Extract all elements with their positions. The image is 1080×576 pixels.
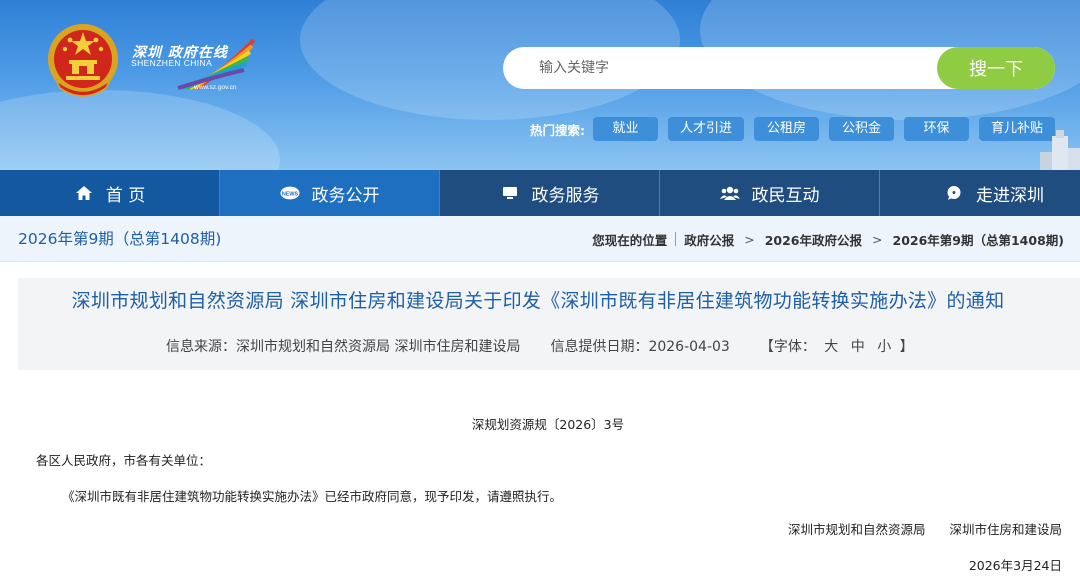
- logo-url-text: www.sz.gov.cn: [194, 84, 237, 91]
- national-emblem-icon: [48, 24, 118, 97]
- nav-item-about-shenzhen[interactable]: 走进深圳: [880, 170, 1080, 216]
- hot-tag-environment[interactable]: 环保: [904, 117, 970, 141]
- location-label: 您现在的位置: [592, 232, 668, 248]
- site-header: 深圳 政府在线 SHENZHEN CHINA www.sz.gov.cn 搜一下…: [0, 0, 1080, 170]
- breadcrumb-separator: >: [872, 231, 883, 247]
- font-medium-link[interactable]: 中: [851, 339, 865, 355]
- nav-item-government-affairs[interactable]: NEWS 政务公开: [220, 170, 440, 216]
- hot-search-label: 热门搜索:: [530, 122, 585, 138]
- signer-housing-bureau: 深圳市住房和建设局: [949, 522, 1062, 537]
- search-input[interactable]: [539, 47, 929, 89]
- article-date-provided: 信息提供日期：2026-04-03: [550, 339, 730, 355]
- breadcrumb-separator: >: [744, 231, 755, 247]
- nav-label-about-shenzhen: 走进深圳: [976, 185, 1044, 206]
- search-box: 搜一下: [503, 47, 1055, 89]
- main-nav: 首 页 NEWS 政务公开 政务服务 政民互动 走进深圳: [0, 170, 1080, 216]
- hot-tag-talent[interactable]: 人才引进: [668, 117, 745, 141]
- nav-label-public-interaction: 政民互动: [751, 185, 820, 206]
- hot-tag-jobs[interactable]: 就业: [593, 117, 658, 141]
- article-meta: 信息来源：深圳市规划和自然资源局 深圳市住房和建设局 信息提供日期：2026-0…: [166, 336, 914, 356]
- cloud-decoration: [0, 90, 280, 170]
- font-small-link[interactable]: 小: [877, 339, 891, 355]
- issue-bar: 2026年第9期（总第1408期) 您现在的位置 政府公报 > 2026年政府公…: [0, 216, 1080, 262]
- home-icon: [74, 183, 94, 203]
- article-header: 深圳市规划和自然资源局 深圳市住房和建设局关于印发《深圳市既有非居住建筑物功能转…: [18, 278, 1080, 370]
- search-button[interactable]: 搜一下: [937, 47, 1055, 89]
- skyline-icon: [1040, 130, 1080, 170]
- nav-label-home: 首 页: [105, 185, 146, 206]
- font-label-close: 】: [899, 339, 914, 355]
- signers: 深圳市规划和自然资源局 深圳市住房和建设局: [788, 519, 1062, 538]
- news-icon: NEWS: [279, 183, 300, 203]
- breadcrumb-year[interactable]: 2026年政府公报: [765, 230, 862, 249]
- breadcrumb: 您现在的位置 政府公报 > 2026年政府公报 > 2026年第9期（总第140…: [592, 216, 1064, 262]
- hot-tag-public-housing[interactable]: 公租房: [754, 117, 820, 141]
- body-paragraph: 《深圳市既有非居住建筑物功能转换实施办法》已经市政府同意，现予印发，请遵照执行。: [62, 489, 563, 504]
- hot-search-list: 热门搜索: 就业 人才引进 公租房 公积金 环保 育儿补贴: [530, 117, 1065, 141]
- document-date: 2026年3月24日: [968, 558, 1062, 573]
- document-number: 深规划资源规〔2026〕3号: [471, 417, 625, 432]
- breadcrumb-issue[interactable]: 2026年第9期（总第1408期): [893, 230, 1065, 249]
- salutation: 各区人民政府，市各有关单位：: [36, 453, 212, 468]
- issue-title: 2026年第9期（总第1408期): [18, 230, 222, 248]
- nav-item-public-interaction[interactable]: 政民互动: [660, 170, 880, 216]
- breadcrumb-gazette[interactable]: 政府公报: [684, 230, 734, 249]
- users-icon: [719, 183, 740, 203]
- monitor-icon: [500, 183, 520, 203]
- nav-label-government-services: 政务服务: [531, 185, 600, 206]
- nav-item-government-services[interactable]: 政务服务: [440, 170, 660, 216]
- chat-icon: [944, 183, 964, 203]
- font-large-link[interactable]: 大: [824, 339, 838, 355]
- font-size-control: 【字体： 大 中 小 】: [760, 336, 914, 356]
- article-source: 信息来源：深圳市规划和自然资源局 深圳市住房和建设局: [166, 339, 521, 355]
- nav-label-government-affairs: 政务公开: [311, 185, 380, 206]
- logo-english-text: SHENZHEN CHINA: [131, 58, 213, 68]
- font-label: 【字体：: [759, 339, 816, 355]
- signer-planning-bureau: 深圳市规划和自然资源局: [787, 522, 926, 537]
- svg-text:NEWS: NEWS: [281, 191, 298, 197]
- breadcrumb-divider: [675, 232, 677, 246]
- article-title: 深圳市规划和自然资源局 深圳市住房和建设局关于印发《深圳市既有非居住建筑物功能转…: [71, 290, 1005, 312]
- hot-tag-housing-fund[interactable]: 公积金: [829, 117, 895, 141]
- nav-item-home[interactable]: 首 页: [0, 170, 220, 216]
